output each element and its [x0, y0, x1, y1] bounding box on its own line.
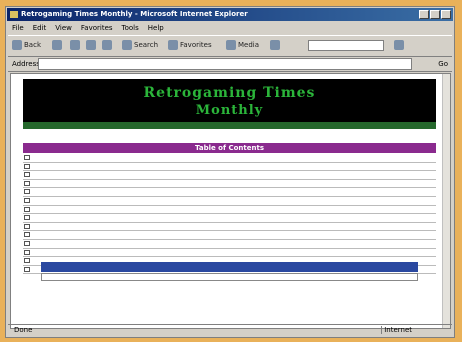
section-subheader	[41, 273, 418, 281]
forward-button[interactable]	[52, 39, 64, 52]
browser-window: Retrogaming Times Monthly - Microsoft In…	[5, 6, 455, 338]
toolbar: Back Search Favorites Media	[8, 35, 452, 57]
status-text: Done	[14, 326, 33, 334]
close-button[interactable]	[441, 10, 451, 19]
toc-item[interactable]	[23, 180, 436, 189]
favorites-button[interactable]: Favorites	[168, 39, 212, 52]
toc-bullet-icon	[24, 163, 30, 169]
section-header	[41, 262, 418, 272]
media-button[interactable]: Media	[226, 39, 259, 52]
home-icon	[102, 40, 112, 50]
toc-item[interactable]	[23, 223, 436, 232]
refresh-icon	[86, 40, 96, 50]
forward-arrow-icon	[52, 40, 62, 50]
window-controls	[419, 10, 451, 19]
back-label: Back	[24, 41, 41, 49]
toc-bullet-icon	[24, 249, 30, 255]
minimize-button[interactable]	[419, 10, 429, 19]
toc-item[interactable]	[23, 197, 436, 206]
menu-favorites[interactable]: Favorites	[81, 23, 113, 33]
toolbar-extra-icon	[394, 40, 404, 50]
stop-icon	[70, 40, 80, 50]
ie-icon	[10, 11, 18, 18]
menu-help[interactable]: Help	[148, 23, 164, 33]
stop-button[interactable]	[70, 39, 82, 52]
toc-bullet-icon	[24, 180, 30, 186]
toc-bullet-icon	[24, 266, 30, 272]
toc-item[interactable]	[23, 231, 436, 240]
banner-title: Retrogaming Times	[143, 85, 316, 101]
toolbar-extra-button[interactable]	[394, 39, 406, 52]
menu-bar: File Edit View Favorites Tools Help	[8, 23, 452, 33]
toc-item[interactable]	[23, 214, 436, 223]
menu-view[interactable]: View	[55, 23, 72, 33]
newsletter-banner: Retrogaming Times Monthly	[23, 79, 436, 129]
toc-header: Table of Contents	[23, 143, 436, 153]
back-button[interactable]: Back	[12, 39, 41, 52]
status-divider	[381, 326, 382, 334]
favorites-icon	[168, 40, 178, 50]
toc-bullet-icon	[24, 223, 30, 229]
toc-item[interactable]	[23, 249, 436, 258]
home-button[interactable]	[102, 39, 114, 52]
search-icon	[122, 40, 132, 50]
address-input[interactable]	[38, 58, 412, 70]
toc-bullet-icon	[24, 189, 30, 195]
title-bar: Retrogaming Times Monthly - Microsoft In…	[7, 8, 453, 21]
toc-item[interactable]	[23, 154, 436, 163]
refresh-button[interactable]	[86, 39, 98, 52]
search-button[interactable]: Search	[122, 39, 158, 52]
history-icon	[270, 40, 280, 50]
menu-file[interactable]: File	[12, 23, 24, 33]
menu-edit[interactable]: Edit	[33, 23, 47, 33]
toc-bullet-icon	[24, 240, 30, 246]
toc-bullet-icon	[24, 258, 30, 264]
back-arrow-icon	[12, 40, 22, 50]
media-icon	[226, 40, 236, 50]
toc-item[interactable]	[23, 163, 436, 172]
toc-item[interactable]	[23, 188, 436, 197]
go-button[interactable]: Go	[438, 59, 448, 69]
toolbar-search-field[interactable]	[308, 40, 384, 51]
toc-item[interactable]	[23, 240, 436, 249]
toc-bullet-icon	[24, 155, 30, 160]
address-bar: Address Go	[8, 57, 452, 72]
toc-bullet-icon	[24, 172, 30, 178]
banner-subtitle: Monthly	[195, 103, 264, 118]
search-label: Search	[134, 41, 159, 49]
banner-issue-strip	[23, 122, 436, 129]
toc-bullet-icon	[24, 197, 30, 203]
toc-bullet-icon	[24, 215, 30, 221]
address-label: Address	[12, 60, 40, 68]
window-title: Retrogaming Times Monthly - Microsoft In…	[21, 10, 248, 18]
history-button[interactable]	[270, 39, 282, 52]
toc-item[interactable]	[23, 206, 436, 215]
page-content: Retrogaming Times Monthly Table of Conte…	[10, 73, 451, 329]
maximize-button[interactable]	[430, 10, 440, 19]
table-of-contents	[23, 154, 436, 275]
status-zone: Internet	[384, 326, 412, 334]
status-bar: Done Internet	[8, 324, 452, 335]
vertical-scrollbar[interactable]	[442, 74, 450, 328]
toc-bullet-icon	[24, 206, 30, 212]
media-label: Media	[238, 41, 260, 49]
toc-bullet-icon	[24, 232, 30, 238]
toc-item[interactable]	[23, 171, 436, 180]
menu-tools[interactable]: Tools	[122, 23, 139, 33]
favorites-label: Favorites	[180, 41, 212, 49]
